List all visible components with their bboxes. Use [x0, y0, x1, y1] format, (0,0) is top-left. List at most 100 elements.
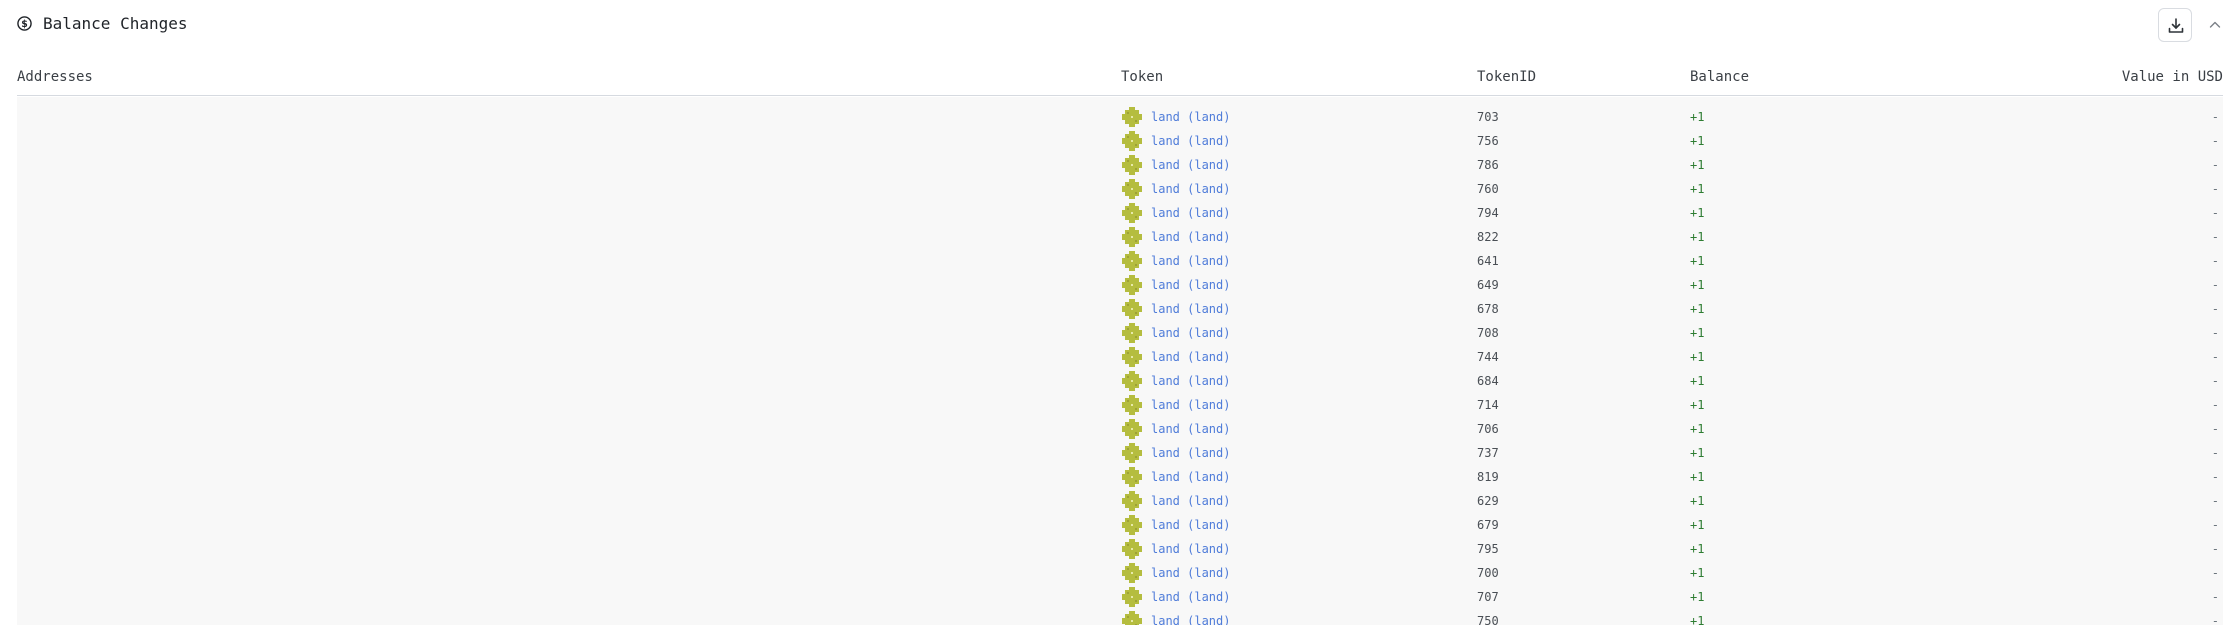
- token-link[interactable]: land (land): [1151, 422, 1230, 436]
- token-link[interactable]: land (land): [1151, 518, 1230, 532]
- table-row: land (land) 756 +1 -: [17, 130, 2223, 154]
- balance-change: +1: [1690, 566, 1705, 580]
- token-id: 744: [1477, 350, 1499, 364]
- land-token-icon: [1122, 611, 1142, 625]
- column-header-balance[interactable]: Balance: [1690, 68, 1749, 86]
- token-link[interactable]: land (land): [1151, 254, 1230, 268]
- token-id: 750: [1477, 614, 1499, 625]
- token-id: 708: [1477, 326, 1499, 340]
- value-in-usd: -: [2211, 350, 2219, 364]
- balance-change: +1: [1690, 134, 1705, 148]
- land-token-icon: [1122, 395, 1142, 415]
- column-header-token[interactable]: Token: [1121, 68, 1163, 86]
- balance-change: +1: [1690, 350, 1705, 364]
- table-row: land (land) 750 +1 -: [17, 610, 2223, 625]
- token-link[interactable]: land (land): [1151, 134, 1230, 148]
- token-link[interactable]: land (land): [1151, 614, 1230, 625]
- balance-change: +1: [1690, 446, 1705, 460]
- value-in-usd: -: [2211, 398, 2219, 412]
- token-link[interactable]: land (land): [1151, 302, 1230, 316]
- token-link[interactable]: land (land): [1151, 374, 1230, 388]
- land-token-icon: [1122, 587, 1142, 607]
- land-token-icon: [1122, 203, 1142, 223]
- table-row: land (land) 822 +1 -: [17, 226, 2223, 250]
- token-link[interactable]: land (land): [1151, 206, 1230, 220]
- token-id: 822: [1477, 230, 1499, 244]
- value-in-usd: -: [2211, 494, 2219, 508]
- balance-change: +1: [1690, 614, 1705, 625]
- token-link[interactable]: land (land): [1151, 446, 1230, 460]
- token-link[interactable]: land (land): [1151, 470, 1230, 484]
- token-link[interactable]: land (land): [1151, 230, 1230, 244]
- value-in-usd: -: [2211, 134, 2219, 148]
- land-token-icon: [1122, 155, 1142, 175]
- value-in-usd: -: [2211, 566, 2219, 580]
- land-token-icon: [1122, 131, 1142, 151]
- token-link[interactable]: land (land): [1151, 494, 1230, 508]
- dollar-circle-icon: $: [17, 16, 32, 31]
- table-row: land (land) 760 +1 -: [17, 178, 2223, 202]
- balance-change: +1: [1690, 278, 1705, 292]
- balance-change: +1: [1690, 302, 1705, 316]
- token-link[interactable]: land (land): [1151, 590, 1230, 604]
- token-id: 756: [1477, 134, 1499, 148]
- table-row: land (land) 795 +1 -: [17, 538, 2223, 562]
- land-token-icon: [1122, 419, 1142, 439]
- token-id: 706: [1477, 422, 1499, 436]
- land-token-icon: [1122, 107, 1142, 127]
- balance-change: +1: [1690, 374, 1705, 388]
- token-id: 786: [1477, 158, 1499, 172]
- token-id: 760: [1477, 182, 1499, 196]
- token-id: 629: [1477, 494, 1499, 508]
- table-row: land (land) 703 +1 -: [17, 106, 2223, 130]
- download-icon: [2168, 18, 2184, 33]
- table-header: Addresses Token TokenID Balance Value in…: [17, 64, 2223, 96]
- token-id: 700: [1477, 566, 1499, 580]
- column-header-addresses[interactable]: Addresses: [17, 68, 93, 86]
- download-button[interactable]: [2158, 8, 2192, 42]
- token-link[interactable]: land (land): [1151, 110, 1230, 124]
- value-in-usd: -: [2211, 278, 2219, 292]
- land-token-icon: [1122, 347, 1142, 367]
- balance-change: +1: [1690, 470, 1705, 484]
- token-link[interactable]: land (land): [1151, 566, 1230, 580]
- token-link[interactable]: land (land): [1151, 542, 1230, 556]
- balance-change: +1: [1690, 590, 1705, 604]
- token-link[interactable]: land (land): [1151, 182, 1230, 196]
- balance-change: +1: [1690, 518, 1705, 532]
- balance-changes-panel: $ Balance Changes Addresses Token TokenI…: [0, 0, 2235, 625]
- token-link[interactable]: land (land): [1151, 158, 1230, 172]
- balance-change: +1: [1690, 494, 1705, 508]
- land-token-icon: [1122, 227, 1142, 247]
- chevron-up-icon[interactable]: [2206, 16, 2224, 34]
- table-row: land (land) 794 +1 -: [17, 202, 2223, 226]
- table-row: land (land) 629 +1 -: [17, 490, 2223, 514]
- table-row: land (land) 714 +1 -: [17, 394, 2223, 418]
- table-row: land (land) 684 +1 -: [17, 370, 2223, 394]
- token-id: 819: [1477, 470, 1499, 484]
- token-link[interactable]: land (land): [1151, 278, 1230, 292]
- token-link[interactable]: land (land): [1151, 398, 1230, 412]
- table-row: land (land) 649 +1 -: [17, 274, 2223, 298]
- table-row: land (land) 737 +1 -: [17, 442, 2223, 466]
- token-id: 641: [1477, 254, 1499, 268]
- token-id: 679: [1477, 518, 1499, 532]
- land-token-icon: [1122, 371, 1142, 391]
- table-row: land (land) 707 +1 -: [17, 586, 2223, 610]
- token-id: 678: [1477, 302, 1499, 316]
- land-token-icon: [1122, 515, 1142, 535]
- token-id: 794: [1477, 206, 1499, 220]
- token-id: 737: [1477, 446, 1499, 460]
- column-header-value-usd[interactable]: Value in USD: [2122, 68, 2223, 86]
- column-header-tokenid[interactable]: TokenID: [1477, 68, 1536, 86]
- token-link[interactable]: land (land): [1151, 326, 1230, 340]
- value-in-usd: -: [2211, 302, 2219, 316]
- balance-change: +1: [1690, 182, 1705, 196]
- balance-change: +1: [1690, 422, 1705, 436]
- token-link[interactable]: land (land): [1151, 350, 1230, 364]
- balance-change: +1: [1690, 398, 1705, 412]
- balance-change: +1: [1690, 158, 1705, 172]
- value-in-usd: -: [2211, 110, 2219, 124]
- table-row: land (land) 706 +1 -: [17, 418, 2223, 442]
- token-id: 703: [1477, 110, 1499, 124]
